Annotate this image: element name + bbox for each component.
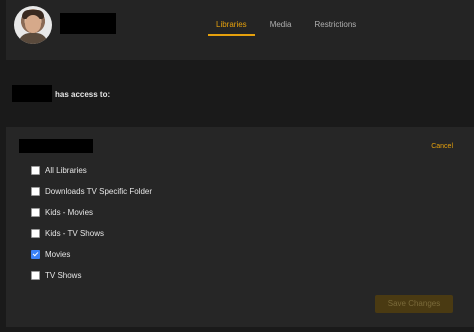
library-label: TV Shows bbox=[45, 271, 82, 280]
redacted-user-label bbox=[12, 85, 52, 102]
checkbox[interactable] bbox=[31, 187, 40, 196]
redacted-section-title bbox=[19, 139, 93, 153]
tab-libraries[interactable]: Libraries bbox=[208, 16, 255, 36]
library-label: Kids - TV Shows bbox=[45, 229, 104, 238]
profile-header: Libraries Media Restrictions bbox=[6, 0, 474, 60]
library-label: Downloads TV Specific Folder bbox=[45, 187, 153, 196]
library-label: All Libraries bbox=[45, 166, 87, 175]
access-text: has access to: bbox=[55, 90, 111, 99]
avatar-face bbox=[25, 15, 41, 33]
avatar-shirt bbox=[18, 33, 48, 44]
library-item-kids-movies[interactable]: Kids - Movies bbox=[31, 202, 152, 223]
library-label: Movies bbox=[45, 250, 71, 259]
redacted-username bbox=[60, 13, 116, 34]
library-item-all[interactable]: All Libraries bbox=[31, 160, 152, 181]
tab-bar: Libraries Media Restrictions bbox=[208, 16, 371, 36]
checkbox[interactable] bbox=[31, 271, 40, 280]
checkbox-checked[interactable] bbox=[31, 250, 40, 259]
avatar bbox=[14, 6, 52, 44]
library-item-downloads-tv[interactable]: Downloads TV Specific Folder bbox=[31, 181, 152, 202]
library-item-movies[interactable]: Movies bbox=[31, 244, 152, 265]
library-item-kids-tv-shows[interactable]: Kids - TV Shows bbox=[31, 223, 152, 244]
checkbox[interactable] bbox=[31, 229, 40, 238]
library-item-tv-shows[interactable]: TV Shows bbox=[31, 265, 152, 286]
tab-media[interactable]: Media bbox=[262, 16, 300, 36]
library-label: Kids - Movies bbox=[45, 208, 94, 217]
library-access-panel: Cancel All Libraries Downloads TV Specif… bbox=[6, 127, 474, 327]
checkbox[interactable] bbox=[31, 208, 40, 217]
checkbox[interactable] bbox=[31, 166, 40, 175]
access-heading: has access to: bbox=[0, 80, 474, 110]
tab-restrictions[interactable]: Restrictions bbox=[306, 16, 364, 36]
cancel-button[interactable]: Cancel bbox=[431, 143, 453, 150]
save-changes-button[interactable]: Save Changes bbox=[375, 295, 453, 313]
library-list: All Libraries Downloads TV Specific Fold… bbox=[31, 160, 152, 286]
